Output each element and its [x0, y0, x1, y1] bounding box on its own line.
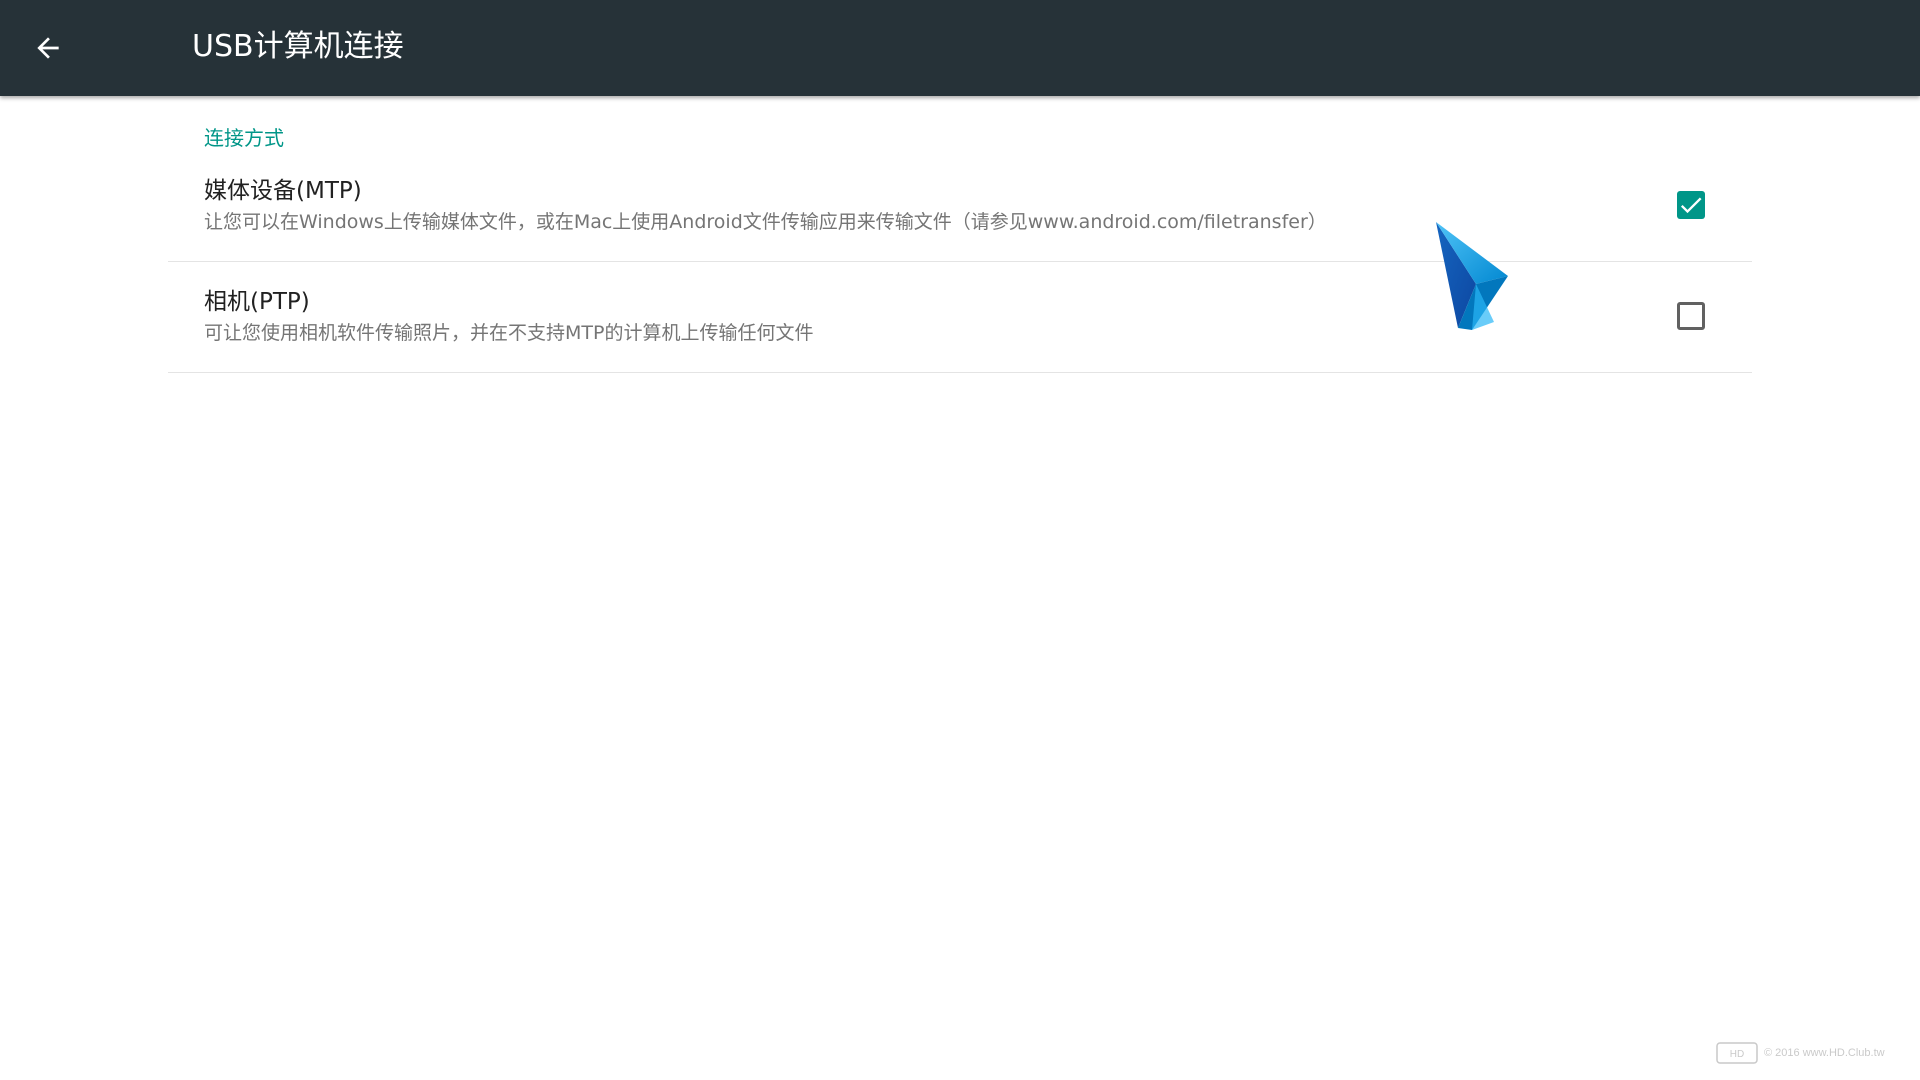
mouse-pointer-icon — [1436, 222, 1508, 330]
app-bar: USB计算机连接 — [0, 0, 1920, 96]
option-mtp-title: 媒体设备(MTP) — [204, 178, 362, 204]
option-ptp[interactable]: 相机(PTP) 可让您使用相机软件传输照片，并在不支持MTP的计算机上传输任何文… — [168, 262, 1752, 373]
svg-text:HD: HD — [1730, 1049, 1744, 1060]
page-title: USB计算机连接 — [192, 29, 404, 64]
category-title: 连接方式 — [204, 126, 284, 150]
mtp-checkbox[interactable] — [1677, 191, 1705, 219]
back-button[interactable] — [24, 24, 72, 72]
hdclub-logo-icon: HD — [1716, 1042, 1758, 1064]
option-mtp-summary: 让您可以在Windows上传输媒体文件，或在Mac上使用Android文件传输应… — [204, 211, 1327, 233]
watermark: HD © 2016 www.HD.Club.tw — [1716, 1040, 1885, 1066]
option-mtp[interactable]: 媒体设备(MTP) 让您可以在Windows上传输媒体文件，或在Mac上使用An… — [168, 151, 1752, 262]
ptp-checkbox[interactable] — [1677, 302, 1705, 330]
checkmark-icon — [1680, 197, 1702, 214]
arrow-back-icon — [37, 37, 59, 59]
option-ptp-title: 相机(PTP) — [204, 289, 310, 315]
option-ptp-summary: 可让您使用相机软件传输照片，并在不支持MTP的计算机上传输任何文件 — [204, 322, 814, 344]
watermark-text: © 2016 www.HD.Club.tw — [1764, 1047, 1885, 1059]
